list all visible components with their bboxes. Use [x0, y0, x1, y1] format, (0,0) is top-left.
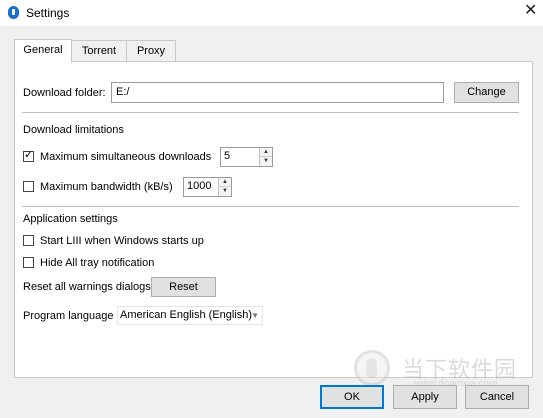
- max-bandwidth-checkbox[interactable]: [23, 181, 34, 192]
- max-bandwidth-label: Maximum bandwidth (kB/s): [40, 181, 173, 193]
- max-downloads-label: Maximum simultaneous downloads: [40, 151, 212, 163]
- spin-up-arrow-icon[interactable]: ▲: [219, 178, 231, 187]
- start-with-windows-checkbox[interactable]: [23, 235, 34, 246]
- separator: [22, 112, 519, 113]
- tab-torrent[interactable]: Torrent: [70, 40, 128, 62]
- spin-down-arrow-icon[interactable]: ▼: [219, 187, 231, 196]
- reset-warnings-label: Reset all warnings dialogs: [23, 281, 151, 293]
- hide-tray-checkbox[interactable]: [23, 257, 34, 268]
- reset-button[interactable]: Reset: [151, 277, 216, 297]
- application-settings-heading: Application settings: [23, 213, 118, 225]
- separator: [22, 206, 519, 207]
- program-language-select[interactable]: American English (English) ▼: [117, 306, 263, 325]
- window-title: Settings: [26, 6, 70, 20]
- watermark-logo: [354, 350, 390, 386]
- app-icon: [8, 6, 19, 19]
- spin-up-arrow-icon[interactable]: ▲: [260, 148, 272, 157]
- max-bandwidth-spinner[interactable]: 1000 ▲ ▼: [183, 177, 232, 197]
- download-limitations-heading: Download limitations: [23, 124, 124, 136]
- max-downloads-checkbox[interactable]: ✓: [23, 149, 34, 162]
- download-folder-input[interactable]: E:/: [111, 82, 444, 103]
- apply-button[interactable]: Apply: [393, 385, 457, 409]
- program-language-value: American English (English): [120, 309, 253, 321]
- hide-tray-label: Hide All tray notification: [40, 257, 155, 269]
- program-language-label: Program language: [23, 310, 114, 322]
- download-folder-label: Download folder:: [23, 87, 106, 99]
- max-downloads-value[interactable]: 5: [224, 150, 230, 162]
- close-icon[interactable]: ✕: [524, 3, 537, 19]
- tab-proxy[interactable]: Proxy: [126, 40, 176, 62]
- title-bar: Settings ✕: [0, 0, 543, 26]
- checkmark-icon: ✓: [24, 149, 34, 161]
- chevron-down-icon: ▼: [251, 311, 259, 320]
- max-downloads-spinner[interactable]: 5 ▲ ▼: [220, 147, 273, 167]
- spin-down-arrow-icon[interactable]: ▼: [260, 157, 272, 166]
- max-bandwidth-value[interactable]: 1000: [187, 180, 211, 192]
- tab-general[interactable]: General: [14, 39, 72, 63]
- change-button[interactable]: Change: [454, 82, 519, 103]
- start-with-windows-label: Start LIII when Windows starts up: [40, 235, 204, 247]
- ok-button[interactable]: OK: [320, 385, 384, 409]
- cancel-button[interactable]: Cancel: [465, 385, 529, 409]
